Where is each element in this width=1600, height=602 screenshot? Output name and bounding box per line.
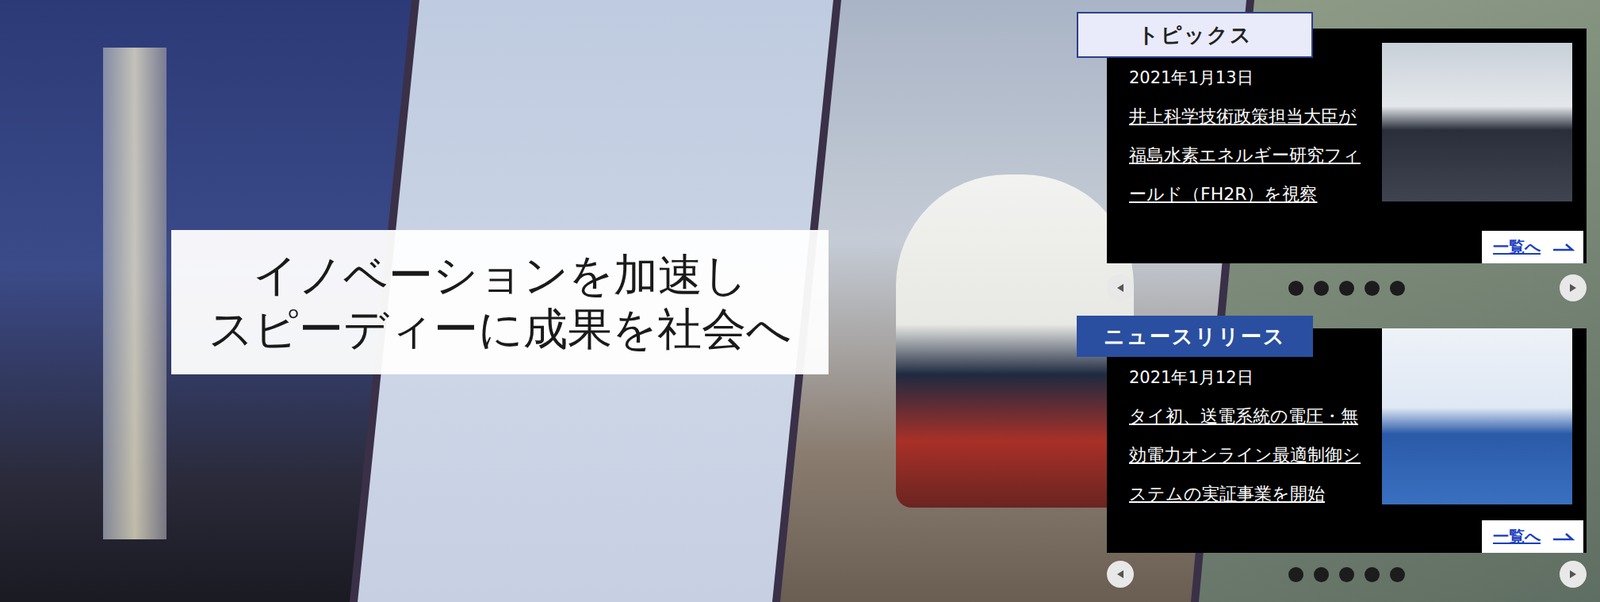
carousel-dot[interactable]	[1313, 280, 1329, 296]
list-link-label: 一覧へ	[1492, 525, 1541, 548]
item-date: 2021年1月13日	[1129, 66, 1363, 89]
carousel-dots	[1288, 566, 1405, 582]
news-label: ニュースリリース	[1076, 315, 1313, 357]
news-panel: 2021年1月12日タイ初、送電系統の電圧・無効電力オンライン最適制御システムの…	[1106, 328, 1587, 553]
next-button[interactable]	[1559, 560, 1587, 588]
item-text: 2021年1月13日井上科学技術政策担当大臣が福島水素エネルギー研究フィールド（…	[1106, 28, 1363, 264]
topics-label: トピックス	[1076, 11, 1313, 58]
carousel-dot[interactable]	[1313, 566, 1329, 582]
triangle-right-icon	[1567, 282, 1579, 294]
item-date: 2021年1月12日	[1129, 366, 1363, 389]
list-link-button[interactable]: 一覧へ	[1481, 230, 1584, 264]
prev-button[interactable]	[1106, 560, 1134, 588]
carousel-pager	[1106, 274, 1587, 302]
topics-section: トピックス2021年1月13日井上科学技術政策担当大臣が福島水素エネルギー研究フ…	[1076, 11, 1591, 302]
carousel-dot[interactable]	[1389, 280, 1405, 296]
carousel-dot[interactable]	[1339, 280, 1355, 296]
carousel-pager	[1106, 560, 1587, 588]
triangle-left-icon	[1114, 282, 1126, 294]
news-section: ニュースリリース2021年1月12日タイ初、送電系統の電圧・無効電力オンライン最…	[1076, 315, 1591, 588]
carousel-dot[interactable]	[1389, 566, 1405, 582]
list-link-label: 一覧へ	[1492, 236, 1541, 258]
item-side: 一覧へ	[1381, 28, 1587, 264]
prev-button[interactable]	[1106, 274, 1134, 302]
carousel-dot[interactable]	[1364, 280, 1380, 296]
arrow-right-icon	[1551, 241, 1576, 253]
list-link-button[interactable]: 一覧へ	[1481, 520, 1584, 553]
news-sidebar: トピックス2021年1月13日井上科学技術政策担当大臣が福島水素エネルギー研究フ…	[1076, 11, 1591, 588]
plant-shape	[103, 47, 167, 540]
item-thumbnail	[1381, 328, 1573, 505]
item-link[interactable]: 井上科学技術政策担当大臣が福島水素エネルギー研究フィールド（FH2R）を視察	[1129, 96, 1363, 214]
item-text: 2021年1月12日タイ初、送電系統の電圧・無効電力オンライン最適制御システムの…	[1106, 328, 1363, 553]
triangle-left-icon	[1114, 568, 1126, 580]
triangle-right-icon	[1567, 568, 1579, 580]
carousel-dot[interactable]	[1288, 566, 1304, 582]
topics-panel: 2021年1月13日井上科学技術政策担当大臣が福島水素エネルギー研究フィールド（…	[1106, 28, 1587, 264]
hero-headline: イノベーションを加速しスピーディーに成果を社会へ	[171, 229, 829, 375]
next-button[interactable]	[1559, 274, 1587, 302]
headline-line: イノベーションを加速し	[252, 248, 748, 303]
arrow-right-icon	[1551, 531, 1576, 543]
headline-line: スピーディーに成果を社会へ	[208, 302, 792, 356]
item-link[interactable]: タイ初、送電系統の電圧・無効電力オンライン最適制御システムの実証事業を開始	[1129, 396, 1363, 513]
carousel-dots	[1288, 280, 1405, 296]
carousel-dot[interactable]	[1288, 280, 1304, 296]
carousel-dot[interactable]	[1364, 566, 1380, 582]
item-thumbnail	[1381, 42, 1573, 202]
item-side: 一覧へ	[1381, 328, 1587, 553]
carousel-dot[interactable]	[1339, 566, 1355, 582]
